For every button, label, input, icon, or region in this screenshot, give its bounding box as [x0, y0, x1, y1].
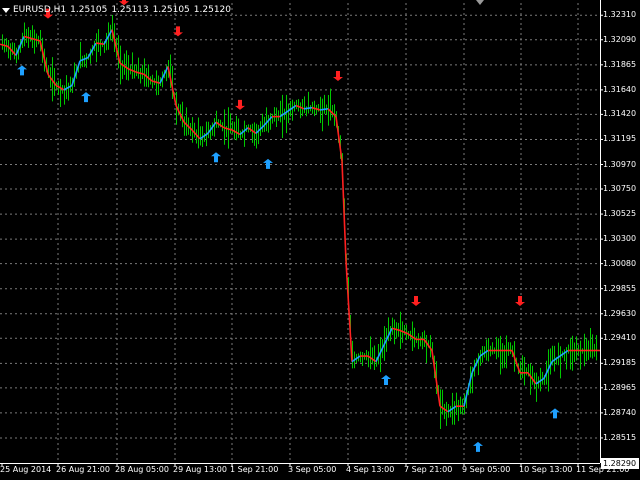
time-tick-label: 29 Aug 13:00	[173, 465, 227, 474]
trend-line-segment	[345, 261, 353, 362]
price-tick-label: 1.28965	[603, 382, 637, 392]
sell-arrow-icon	[411, 295, 421, 306]
sell-arrow-icon	[235, 99, 245, 110]
buy-arrow-icon	[211, 152, 221, 163]
price-tick-label: 1.30970	[603, 159, 637, 169]
buy-arrow-icon	[81, 92, 91, 103]
time-tick-label: 4 Sep 13:00	[346, 465, 395, 474]
price-tick-label: 1.31865	[603, 59, 637, 69]
price-tick-label: 1.31640	[603, 84, 637, 94]
price-tick-label: 1.29185	[603, 358, 637, 368]
trend-line-segment	[511, 350, 521, 374]
time-tick-label: 26 Aug 21:00	[56, 465, 110, 474]
trend-line-segment	[341, 161, 347, 262]
buy-arrow-icon	[263, 158, 273, 169]
price-tick-label: 1.30300	[603, 234, 637, 244]
trend-line-segment	[335, 116, 343, 162]
trend-line-segment	[303, 106, 313, 110]
time-tick-label: 1 Sep 21:00	[230, 465, 279, 474]
trend-line-segment	[431, 350, 441, 407]
time-tick-label: 10 Sep 13:00	[519, 465, 573, 474]
sell-arrow-icon	[333, 70, 343, 81]
price-tick-label: 1.31420	[603, 109, 637, 119]
price-tick-label: 1.30080	[603, 258, 637, 268]
buy-arrow-icon	[473, 441, 483, 452]
price-tick-label: 1.31195	[603, 134, 637, 144]
dropdown-triangle-icon[interactable]	[2, 7, 10, 13]
open-price: 1.25105	[70, 5, 108, 15]
chart-shift-marker-icon[interactable]	[476, 0, 484, 5]
chart-plot[interactable]	[0, 0, 640, 480]
price-tick-label: 1.29630	[603, 308, 637, 318]
chart-window[interactable]: EURUSD,H1 1.25105 1.25113 1.25105 1.2512…	[0, 0, 640, 480]
buy-arrow-icon	[17, 65, 27, 76]
symbol-label: EURUSD,H1	[13, 5, 67, 15]
price-tick-label: 1.30525	[603, 209, 637, 219]
time-tick-label: 3 Sep 05:00	[288, 465, 337, 474]
price-tick-label: 1.32090	[603, 34, 637, 44]
bid-price-label: 1.28290	[601, 458, 639, 469]
time-tick-label: 7 Sep 21:00	[404, 465, 453, 474]
price-tick-label: 1.28740	[603, 407, 637, 417]
price-tick-label: 1.30750	[603, 184, 637, 193]
sell-arrow-icon	[515, 295, 525, 306]
close-price: 1.25120	[193, 5, 231, 15]
trend-line-segment	[95, 42, 105, 46]
price-tick-label: 1.32310	[603, 10, 637, 20]
low-price: 1.25105	[152, 5, 190, 15]
price-tick-label: 1.29410	[603, 333, 637, 343]
high-price: 1.25113	[111, 5, 149, 15]
time-tick-label: 9 Sep 05:00	[462, 465, 511, 474]
trend-line-segment	[319, 108, 329, 111]
buy-arrow-icon	[381, 375, 391, 386]
time-tick-label: 25 Aug 2014	[0, 465, 52, 474]
price-tick-label: 1.28515	[603, 432, 637, 442]
price-tick-label: 1.29855	[603, 283, 637, 293]
buy-arrow-icon	[550, 408, 560, 419]
chart-header: EURUSD,H1 1.25105 1.25113 1.25105 1.2512…	[2, 3, 235, 17]
time-tick-label: 28 Aug 05:00	[115, 465, 169, 474]
